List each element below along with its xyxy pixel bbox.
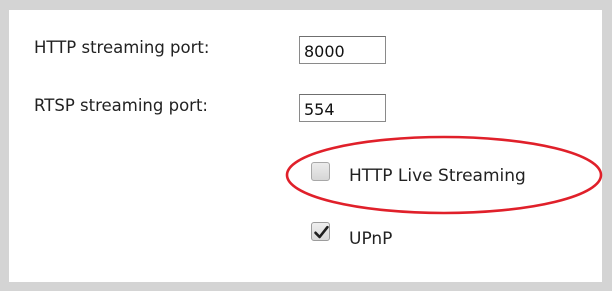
upnp-checkbox-label[interactable]: UPnP [349, 229, 392, 249]
upnp-checkbox[interactable] [311, 222, 330, 241]
checkmark-icon [314, 225, 329, 239]
http-port-input[interactable] [299, 36, 386, 64]
http-port-label: HTTP streaming port: [34, 38, 210, 57]
hls-checkbox[interactable] [311, 162, 330, 181]
hls-checkbox-label[interactable]: HTTP Live Streaming [349, 166, 526, 186]
rtsp-port-label: RTSP streaming port: [34, 96, 208, 115]
rtsp-port-input[interactable] [299, 94, 386, 122]
